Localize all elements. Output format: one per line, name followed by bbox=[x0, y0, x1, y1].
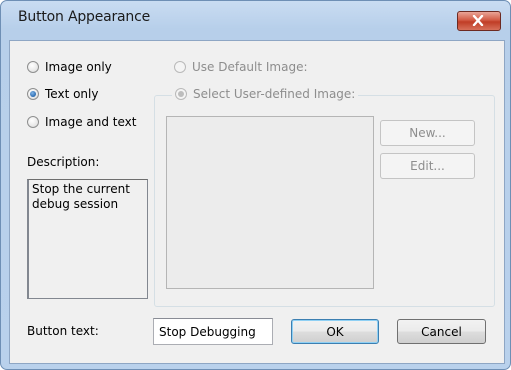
new-button: New... bbox=[380, 120, 475, 146]
button-text-field[interactable]: Stop Debugging bbox=[153, 318, 273, 345]
close-button[interactable] bbox=[457, 11, 501, 31]
radio-label: Text only bbox=[45, 87, 99, 101]
radio-user-defined-image: Select User-defined Image: bbox=[172, 86, 359, 102]
radio-text-only[interactable]: Text only bbox=[27, 86, 98, 102]
radio-circle bbox=[174, 61, 186, 73]
ok-button[interactable]: OK bbox=[291, 319, 379, 344]
radio-image-only[interactable]: Image only bbox=[27, 59, 112, 75]
dialog-window: Button Appearance Image only Text only I… bbox=[0, 0, 511, 370]
description-label: Description: bbox=[27, 155, 100, 169]
radio-use-default-image: Use Default Image: bbox=[174, 59, 308, 75]
radio-label: Image only bbox=[45, 60, 112, 74]
radio-circle[interactable] bbox=[27, 61, 39, 73]
radio-circle[interactable] bbox=[27, 116, 39, 128]
radio-circle[interactable] bbox=[27, 88, 39, 100]
title-bar[interactable]: Button Appearance bbox=[1, 1, 510, 35]
radio-circle bbox=[175, 88, 187, 100]
description-text: Stop the current debug session bbox=[32, 182, 130, 211]
dialog-client-area: Image only Text only Image and text Desc… bbox=[9, 40, 505, 364]
radio-label: Use Default Image: bbox=[192, 60, 308, 74]
edit-button: Edit... bbox=[380, 153, 475, 179]
button-text-value: Stop Debugging bbox=[159, 324, 256, 339]
image-preview-panel bbox=[166, 116, 374, 289]
description-box: Stop the current debug session bbox=[27, 179, 148, 299]
radio-label: Image and text bbox=[45, 115, 137, 129]
radio-image-and-text[interactable]: Image and text bbox=[27, 114, 136, 130]
dialog-title: Button Appearance bbox=[18, 9, 151, 25]
close-icon bbox=[472, 15, 484, 26]
radio-label: Select User-defined Image: bbox=[193, 87, 356, 101]
cancel-button[interactable]: Cancel bbox=[397, 319, 486, 344]
button-text-label: Button text: bbox=[27, 324, 99, 338]
